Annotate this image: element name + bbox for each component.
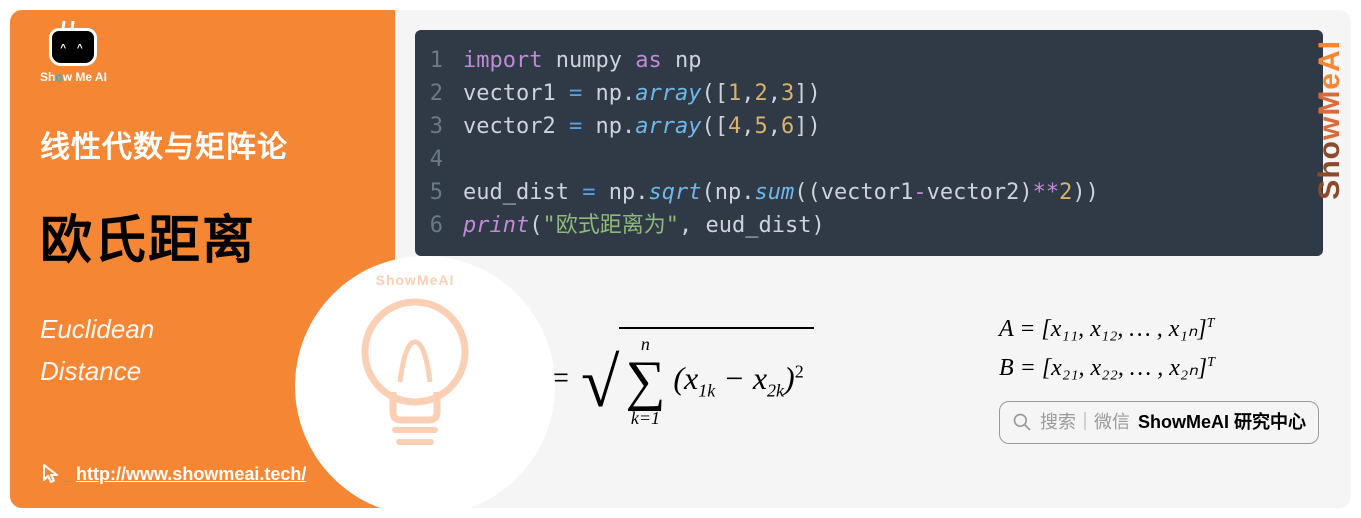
radical-icon: √ [581, 359, 619, 459]
bulb-wrap: ShowMeAI [345, 282, 485, 462]
code-line: 5eud_dist = np.sqrt(np.sum((vector1-vect… [415, 176, 1323, 209]
code-line: 2vector1 = np.array([1,2,3]) [415, 77, 1323, 110]
line-number: 4 [415, 143, 463, 176]
sum-bottom: k=1 [631, 409, 660, 427]
line-number: 6 [415, 209, 463, 242]
logo-text-accent: o [55, 70, 62, 84]
category-title: 线性代数与矩阵论 [40, 122, 365, 166]
logo-text-suffix: w Me AI [63, 70, 107, 84]
line-number: 3 [415, 110, 463, 143]
search-icon [1012, 412, 1032, 432]
under-root: n ∑ k=1 (x1k − x2k)2 [619, 327, 813, 427]
page-title: 欧氏距离 [40, 198, 365, 273]
formula-term: (x1k − x2k)2 [673, 360, 803, 401]
vectors-column: A = [x₁₁, x₁₂, … , x₁ₙ]T B = [x₂₁, x₂₂, … [999, 310, 1323, 444]
code-content: import numpy as np [463, 44, 701, 77]
code-line: 4 [415, 143, 1323, 176]
lightbulb-icon: ShowMeAI [345, 282, 485, 462]
formula-area: ShowMeAI d12 = √ [415, 256, 1323, 488]
cursor-icon [40, 462, 64, 486]
code-line: 1import numpy as np [415, 44, 1323, 77]
code-content [463, 143, 476, 176]
search-strong: ShowMeAI 研究中心 [1138, 408, 1306, 437]
main: ShowMeAI 1import numpy as np2vector1 = n… [395, 10, 1351, 508]
search-box[interactable]: 搜索｜微信 ShowMeAI 研究中心 [999, 401, 1319, 444]
logo: ^ ^ Show Me AI [40, 28, 107, 84]
logo-text: Show Me AI [40, 70, 107, 84]
vector-a: A = [x₁₁, x₁₂, … , x₁ₙ]T [999, 310, 1319, 348]
code-content: vector2 = np.array([4,5,6]) [463, 110, 821, 143]
bulb-arc-label: ShowMeAI [376, 272, 455, 288]
line-number: 1 [415, 44, 463, 77]
line-number: 2 [415, 77, 463, 110]
sqrt: √ n ∑ k=1 (x1k − x2k)2 [581, 327, 814, 427]
vector-b: B = [x₂₁, x₂₂, … , x₂ₙ]T [999, 349, 1319, 387]
code-content: vector1 = np.array([1,2,3]) [463, 77, 821, 110]
code-line: 6print("欧式距离为", eud_dist) [415, 209, 1323, 242]
code-line: 3vector2 = np.array([4,5,6]) [415, 110, 1323, 143]
code-content: eud_dist = np.sqrt(np.sum((vector1-vecto… [463, 176, 1099, 209]
line-number: 5 [415, 176, 463, 209]
logo-text-prefix: Sh [40, 70, 55, 84]
robot-icon: ^ ^ [49, 28, 97, 66]
robot-eyes-icon: ^ ^ [52, 43, 94, 54]
sigma-icon: ∑ [625, 353, 665, 409]
search-hint: 搜索｜微信 [1040, 408, 1130, 437]
card: ^ ^ Show Me AI 线性代数与矩阵论 欧氏距离 Euclidean D… [10, 10, 1351, 508]
url-text[interactable]: http://www.showmeai.tech/ [76, 464, 306, 485]
url-row: http://www.showmeai.tech/ [40, 462, 306, 486]
code-block: 1import numpy as np2vector1 = np.array([… [415, 30, 1323, 256]
summation: n ∑ k=1 [625, 335, 665, 427]
code-content: print("欧式距离为", eud_dist) [463, 209, 825, 242]
